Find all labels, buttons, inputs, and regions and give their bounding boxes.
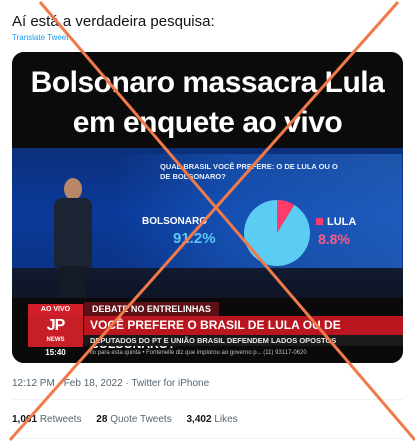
lula-swatch [316,218,323,225]
quote-count: 28 [96,414,108,425]
main-question-banner: VOCÊ PREFERE O BRASIL DE LULA OU DE BOLS… [84,316,403,351]
quote-label: Quote Tweets [110,414,172,425]
likes-stat[interactable]: 3,402 Likes [187,414,238,425]
quote-tweets-stat[interactable]: 28 Quote Tweets [96,414,171,425]
divider [12,399,403,400]
bolsonaro-percent: 91.2% [173,230,216,247]
tweet-media[interactable]: Bolsonaro massacra Lula em enquete ao vi… [12,52,403,363]
headline-line-2: em enquete ao vivo [72,106,343,139]
channel-logo-sub: NEWS [46,337,65,343]
tweet-text: Aí está a verdadeira pesquisa: [12,13,215,30]
presenter-figure [50,178,96,318]
retweets-label: Retweets [39,414,82,425]
likes-count: 3,402 [186,414,212,425]
sub-headline: DEPUTADOS DO PT E UNIÃO BRASIL DEFENDEM … [84,335,403,346]
poll-question: QUAL BRASIL VOCÊ PREFERE: O DE LULA OU O… [160,162,338,181]
lula-legend: LULA [316,216,356,228]
retweets-count: 1,061 [12,414,38,425]
bolsonaro-label: BOLSONARO [142,216,207,227]
poll-pie-chart [244,200,310,266]
clock: 15:40 [28,347,83,359]
news-ticker: llo para esta quinta • Fontenelle diz qu… [90,350,307,356]
segment-tag: DEBATE NO ENTRELINHAS [84,302,219,316]
divider [12,438,403,439]
lula-percent: 8.8% [318,231,350,247]
live-tag: AO VIVO [28,304,83,315]
headline-line-1: Bolsonaro massacra Lula [30,66,385,99]
translate-tweet-link[interactable]: Translate Tweet [12,33,68,42]
tweet-timestamp[interactable]: 12:12 PM · Feb 18, 2022 · Twitter for iP… [12,378,209,389]
retweets-stat[interactable]: 1,061 Retweets [12,414,82,425]
tweet-stats: 1,061 Retweets 28 Quote Tweets 3,402 Lik… [12,414,250,425]
channel-logo: JP NEWS [28,315,83,347]
likes-label: Likes [214,414,238,425]
channel-logo-text: JP [46,317,66,334]
lula-label: LULA [327,216,357,228]
